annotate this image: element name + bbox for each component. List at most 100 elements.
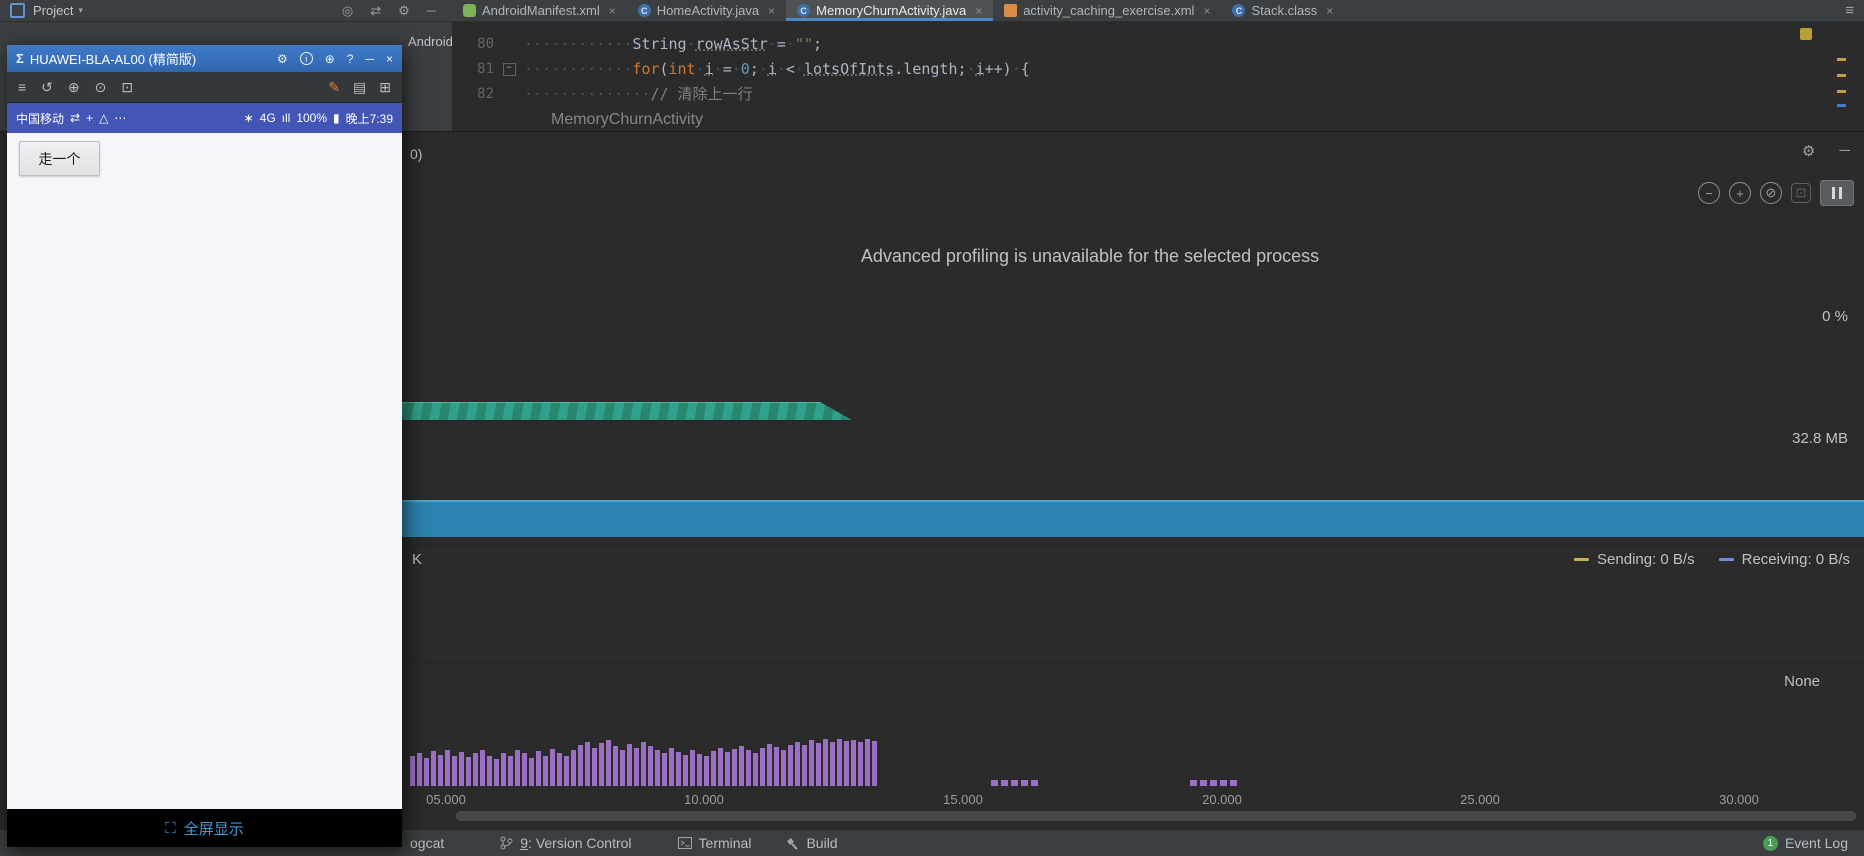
tab-stack-class[interactable]: C Stack.class × bbox=[1221, 0, 1344, 21]
tool-button-terminal[interactable]: Terminal bbox=[677, 835, 751, 851]
collapse-all-icon[interactable]: ⇄ bbox=[370, 3, 381, 19]
energy-bar bbox=[501, 753, 506, 786]
class-file-icon: C bbox=[797, 4, 811, 17]
warning-stripe-mark[interactable] bbox=[1837, 58, 1846, 61]
zoom-icon[interactable]: ⊕ bbox=[68, 79, 80, 96]
energy-bar bbox=[641, 742, 646, 786]
menu-icon[interactable]: ≡ bbox=[18, 79, 26, 96]
tool-button-build[interactable]: Build bbox=[785, 835, 838, 851]
tab-activity-caching-exercise-xml[interactable]: activity_caching_exercise.xml × bbox=[993, 0, 1221, 21]
sending-legend-swatch bbox=[1574, 558, 1590, 561]
grid-icon[interactable]: ⊞ bbox=[379, 79, 391, 96]
code-line: 80 ············String·rowAsStr·=·""; bbox=[452, 32, 1864, 57]
breadcrumb[interactable]: MemoryChurnActivity bbox=[551, 111, 703, 129]
pause-icon bbox=[1839, 187, 1842, 199]
inspections-indicator-icon[interactable] bbox=[1800, 28, 1812, 40]
phone-screen[interactable]: 走一个 bbox=[7, 133, 402, 809]
energy-bar bbox=[809, 740, 814, 786]
code-token: ·············· bbox=[524, 85, 651, 103]
zoom-to-selection-button[interactable]: ⊡ bbox=[1791, 183, 1811, 203]
help-icon[interactable]: ? bbox=[347, 52, 354, 66]
phone-status-bar: 中国移动 ⇄ + △ ⋯ ∗ 4G ıll 100% ▮ 晚上7:39 bbox=[7, 103, 402, 133]
chevron-down-icon[interactable]: ▾ bbox=[78, 5, 83, 16]
pause-live-button[interactable] bbox=[1820, 180, 1854, 206]
tab-homeactivity-java[interactable]: C HomeActivity.java × bbox=[627, 0, 786, 21]
timeline-scrollbar[interactable] bbox=[456, 811, 1856, 822]
sending-legend-label: Sending: 0 B/s bbox=[1597, 551, 1695, 568]
clock-label: 晚上7:39 bbox=[345, 111, 393, 126]
branch-icon bbox=[500, 836, 513, 850]
device-window-titlebar[interactable]: Σ HUAWEI-BLA-AL00 (精简版) ⚙ i ⊕ ? ─ × bbox=[7, 45, 402, 72]
tab-androidmanifest-xml[interactable]: AndroidManifest.xml × bbox=[452, 0, 627, 21]
warning-stripe-mark[interactable] bbox=[1837, 74, 1846, 77]
hamburger-menu-icon[interactable]: ≡ bbox=[1835, 2, 1864, 19]
gear-icon[interactable]: ⚙ bbox=[1802, 142, 1815, 160]
code-token: lotsOfInts bbox=[803, 60, 895, 78]
energy-bar bbox=[774, 747, 779, 786]
energy-bar bbox=[592, 748, 597, 786]
close-icon[interactable]: × bbox=[975, 4, 982, 18]
energy-bar bbox=[851, 740, 856, 786]
code-token: · bbox=[966, 60, 976, 78]
fold-gutter bbox=[494, 82, 524, 107]
line-number[interactable]: 80 bbox=[452, 32, 494, 57]
minimize-icon[interactable]: ─ bbox=[365, 52, 374, 66]
scrollbar-thumb[interactable] bbox=[456, 811, 1856, 821]
code-token: · bbox=[713, 60, 723, 78]
code-token: ; bbox=[749, 60, 759, 78]
terminal-icon bbox=[677, 837, 692, 849]
line-number[interactable]: 81 bbox=[452, 57, 494, 82]
minimize-icon[interactable]: ─ bbox=[1839, 142, 1850, 160]
code-token: = bbox=[776, 35, 786, 53]
project-panel-title[interactable]: Project bbox=[33, 3, 73, 18]
info-stripe-mark[interactable] bbox=[1837, 104, 1846, 107]
device-toolbar: ≡ ↺ ⊕ ⊙ ⊡ ✎ ▤ ⊞ bbox=[7, 72, 402, 103]
tool-button-logcat[interactable]: ogcat bbox=[410, 835, 444, 851]
warning-stripe-mark[interactable] bbox=[1837, 90, 1846, 93]
project-tree-root[interactable]: Android bbox=[408, 34, 452, 49]
line-number[interactable]: 82 bbox=[452, 82, 494, 107]
close-icon[interactable]: × bbox=[768, 4, 775, 18]
reset-zoom-button[interactable]: ⊘ bbox=[1760, 182, 1782, 204]
hide-panel-icon[interactable]: ─ bbox=[427, 3, 436, 19]
device-mirror-window[interactable]: Σ HUAWEI-BLA-AL00 (精简版) ⚙ i ⊕ ? ─ × ≡ ↺ … bbox=[7, 45, 402, 847]
locate-icon[interactable]: ⊙ bbox=[95, 79, 107, 96]
rotate-icon[interactable]: ↺ bbox=[41, 79, 53, 96]
annotate-icon[interactable]: ✎ bbox=[328, 79, 340, 96]
energy-bar bbox=[508, 756, 513, 786]
pin-icon[interactable]: ⊕ bbox=[325, 52, 335, 66]
code-editor[interactable]: 80 ············String·rowAsStr·=·""; 81 … bbox=[452, 22, 1864, 108]
cpu-usage-chart[interactable] bbox=[396, 402, 852, 420]
settings-icon[interactable]: ⚙ bbox=[277, 52, 288, 66]
energy-bar bbox=[725, 752, 730, 786]
screenshot-icon[interactable]: ⊡ bbox=[121, 79, 133, 96]
code-token: · bbox=[758, 60, 768, 78]
locate-file-icon[interactable]: ◎ bbox=[342, 3, 353, 19]
zoom-in-button[interactable]: + bbox=[1729, 182, 1751, 204]
energy-bar bbox=[613, 746, 618, 786]
close-icon[interactable]: × bbox=[1326, 4, 1333, 18]
tool-button-event-log[interactable]: 1 Event Log bbox=[1762, 835, 1848, 851]
cpu-axis-label: 0 % bbox=[1822, 308, 1848, 325]
energy-bar bbox=[676, 752, 681, 786]
fold-collapse-icon[interactable]: − bbox=[502, 63, 516, 76]
tab-memorychurnactivity-java[interactable]: C MemoryChurnActivity.java × bbox=[786, 0, 994, 21]
energy-bar bbox=[697, 754, 702, 786]
fullscreen-bar[interactable]: ⛶ 全屏显示 bbox=[7, 809, 402, 847]
close-icon[interactable]: × bbox=[609, 4, 616, 18]
energy-bar bbox=[438, 755, 443, 786]
memory-usage-chart[interactable] bbox=[396, 500, 1864, 537]
tool-button-version-control[interactable]: 9: Version Control bbox=[500, 835, 632, 851]
close-icon[interactable]: × bbox=[1203, 4, 1210, 18]
energy-chart[interactable] bbox=[410, 736, 877, 786]
zoom-out-button[interactable]: − bbox=[1698, 182, 1720, 204]
close-icon[interactable]: × bbox=[386, 52, 393, 66]
layout-icon[interactable]: ▤ bbox=[353, 79, 366, 96]
energy-bar bbox=[732, 749, 737, 786]
info-icon[interactable]: i bbox=[299, 52, 313, 65]
code-text: ··············// 清除上一行 bbox=[524, 82, 753, 107]
app-button[interactable]: 走一个 bbox=[19, 141, 100, 176]
code-token: int bbox=[668, 60, 696, 78]
more-icon: ⋯ bbox=[114, 111, 127, 125]
gear-icon[interactable]: ⚙ bbox=[398, 3, 410, 19]
